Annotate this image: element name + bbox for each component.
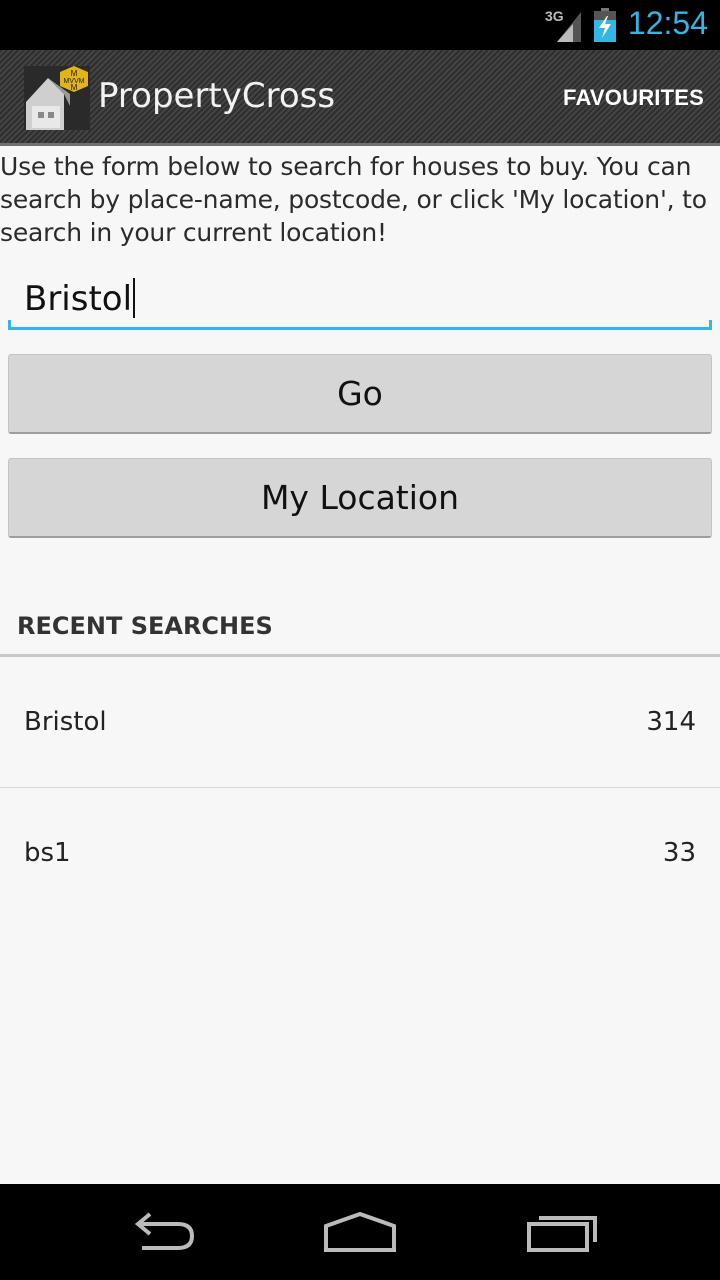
search-input-value: Bristol <box>24 279 133 319</box>
intro-text: Use the form below to search for houses … <box>0 152 707 247</box>
status-bar: 3G 12:54 <box>0 0 720 50</box>
text-cursor <box>133 278 136 318</box>
back-icon[interactable] <box>120 1206 200 1258</box>
navigation-bar <box>0 1184 720 1280</box>
svg-text:M: M <box>71 83 78 92</box>
recent-searches-header: RECENT SEARCHES <box>17 612 273 640</box>
action-bar: M MVVM M PropertyCross FAVOURITES <box>0 50 720 146</box>
app-title: PropertyCross <box>98 76 336 116</box>
battery-charging-icon <box>594 8 616 42</box>
recent-search-count: 33 <box>662 838 696 868</box>
go-button[interactable]: Go <box>8 354 712 434</box>
recent-search-name: Bristol <box>24 707 107 737</box>
input-underline-left <box>8 320 11 330</box>
favourites-button[interactable]: FAVOURITES <box>563 85 704 111</box>
search-input[interactable]: Bristol <box>8 268 712 330</box>
home-icon[interactable] <box>320 1206 400 1258</box>
recent-search-item[interactable]: Bristol 314 <box>0 657 720 787</box>
svg-text:M: M <box>71 69 78 78</box>
input-underline-right <box>709 320 712 330</box>
my-location-button[interactable]: My Location <box>8 458 712 538</box>
recent-search-item[interactable]: bs1 33 <box>0 788 720 918</box>
house-logo-icon[interactable]: M MVVM M <box>24 66 90 130</box>
recent-apps-icon[interactable] <box>525 1206 605 1258</box>
signal-icon: 3G <box>545 8 585 42</box>
recent-search-count: 314 <box>646 707 696 737</box>
clock: 12:54 <box>627 5 708 41</box>
recent-search-name: bs1 <box>24 838 71 868</box>
